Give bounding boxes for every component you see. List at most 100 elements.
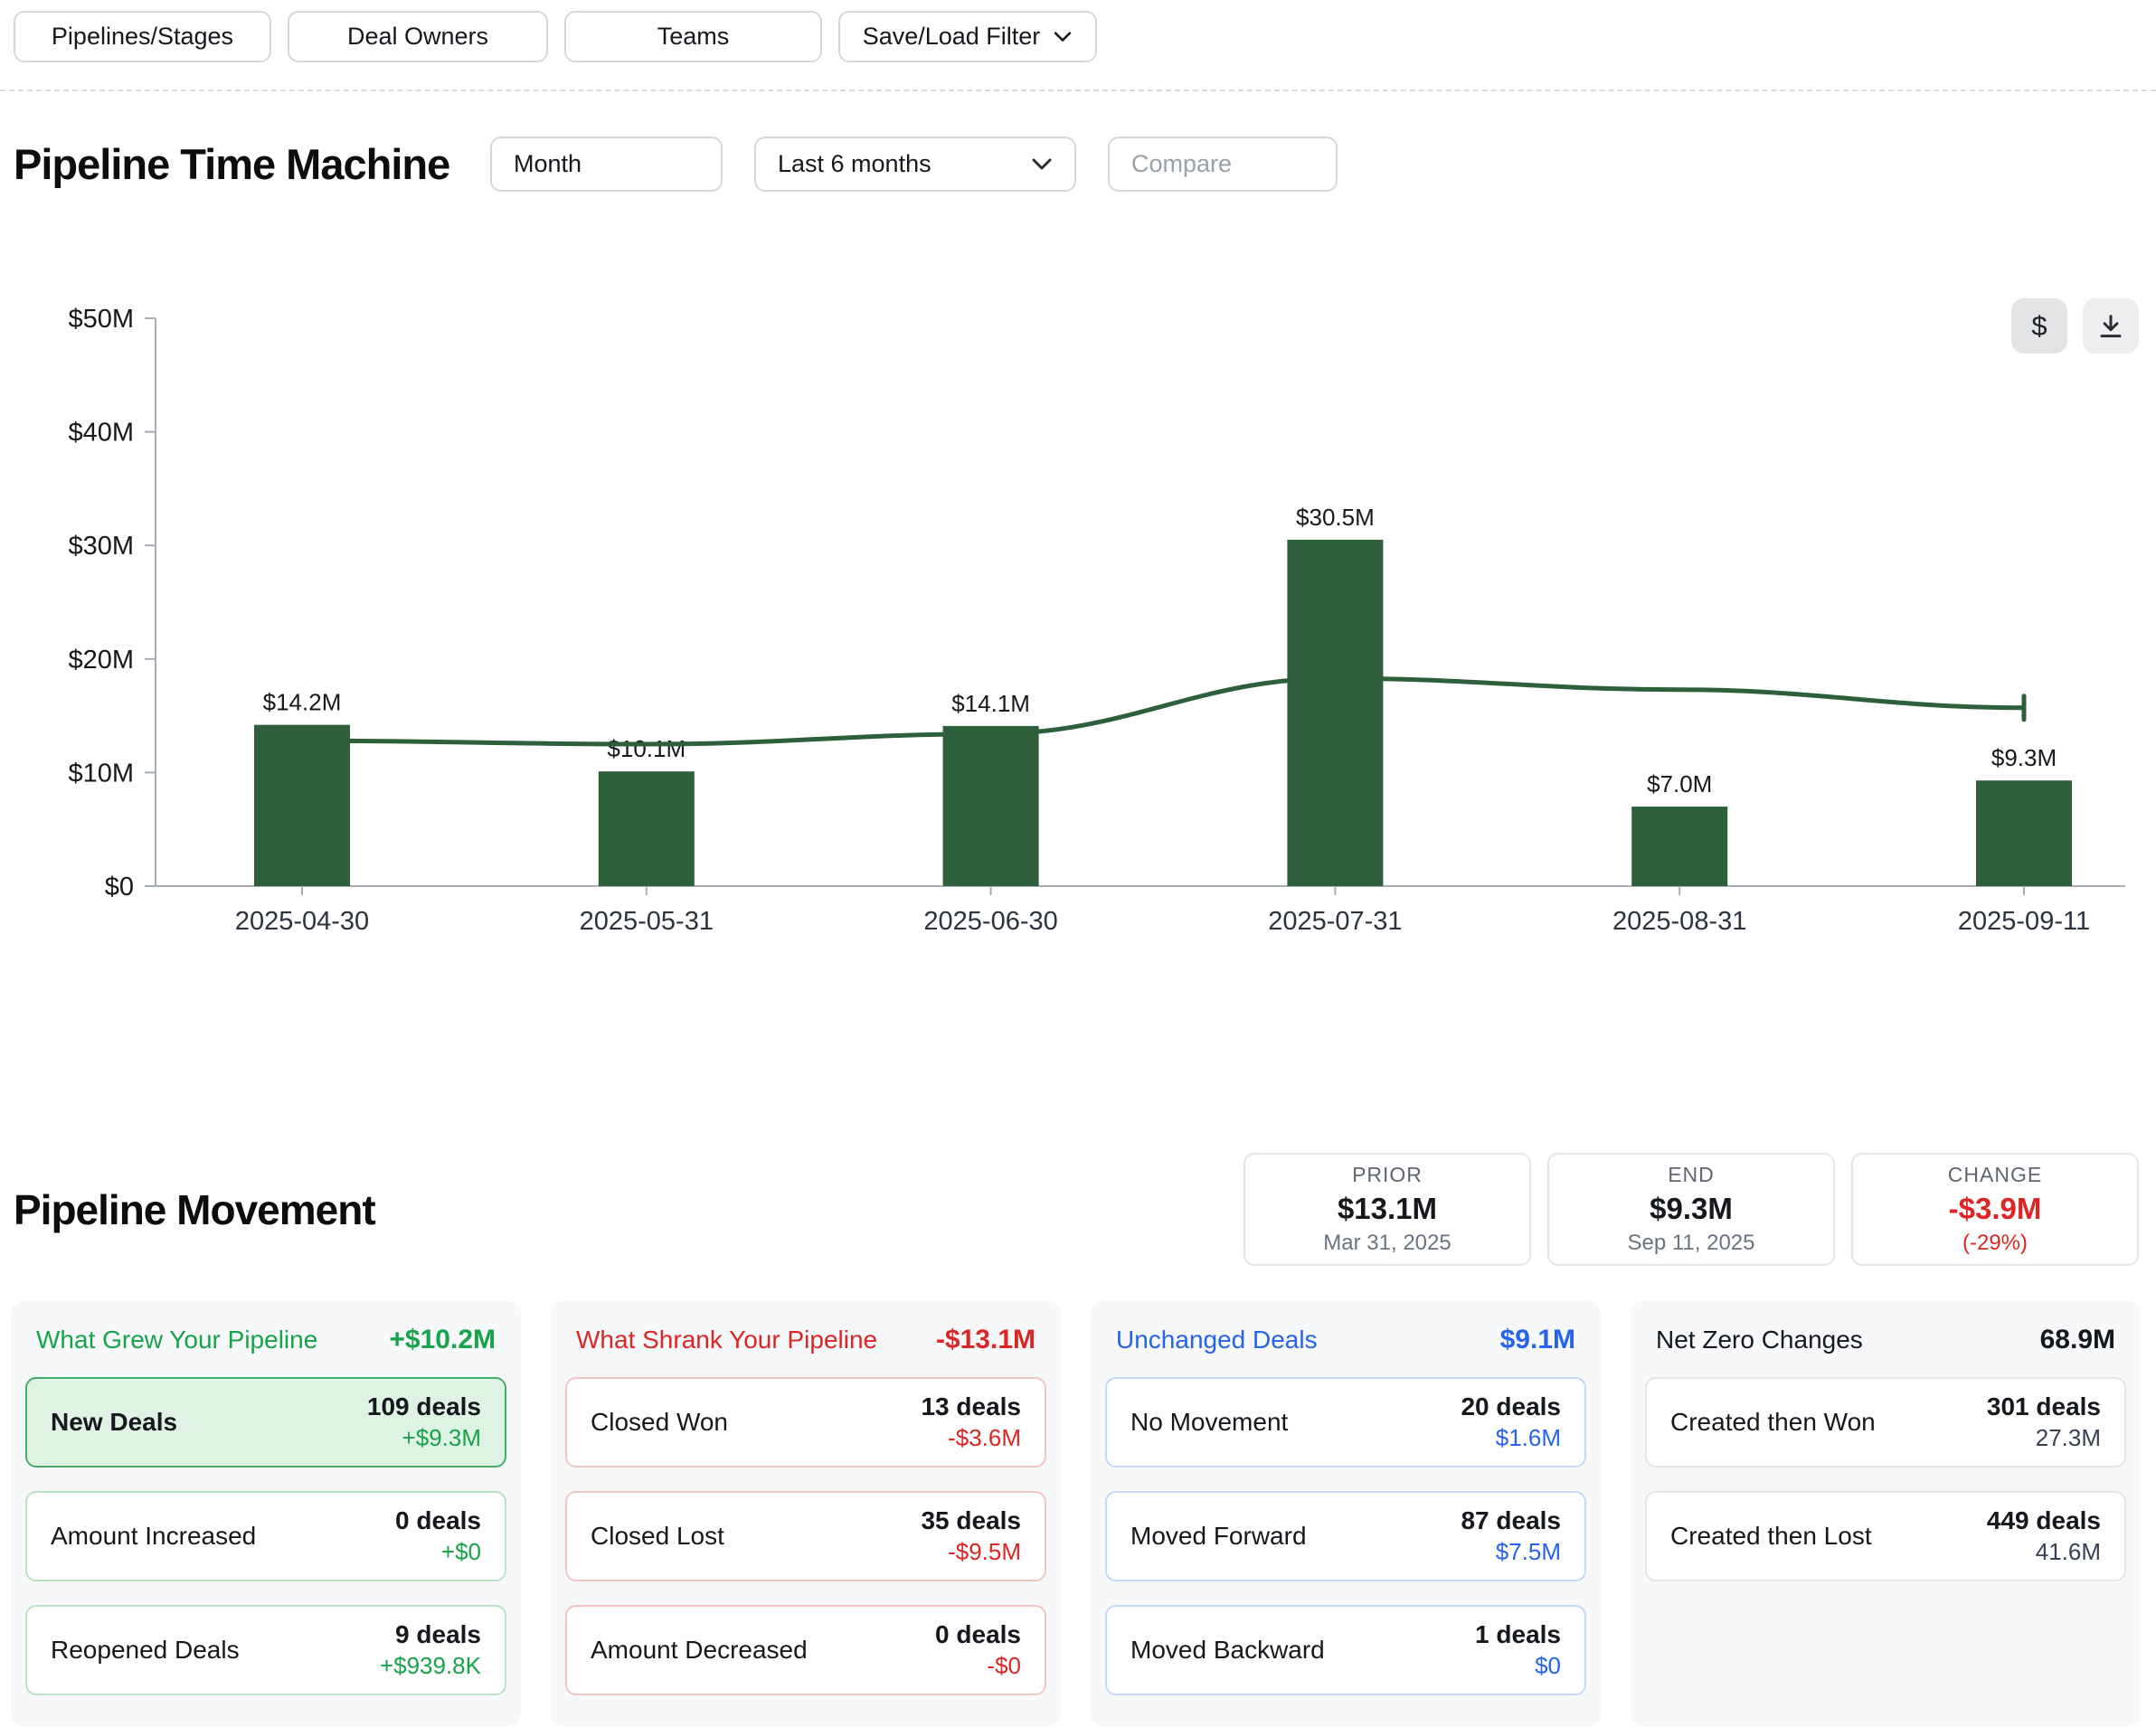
x-axis-label: 2025-09-11 [1958,907,2090,936]
section-title: Pipeline Movement [14,1185,375,1234]
movement-column-neutral: Net Zero Changes68.9MCreated then Won301… [1631,1301,2141,1726]
card-deal-count: 87 deals [1461,1506,1561,1535]
card-amount: $1.6M [1496,1424,1561,1452]
card-amount: -$0 [987,1652,1021,1680]
movement-card-created-then-lost[interactable]: Created then Lost 449 deals41.6M [1645,1491,2126,1581]
card-deal-count: 109 deals [367,1392,481,1421]
summary-subtext: Sep 11, 2025 [1627,1231,1754,1256]
card-values: 449 deals41.6M [1987,1506,2101,1566]
dashed-divider [0,90,2156,91]
movement-column-green: What Grew Your Pipeline+$10.2MNew Deals1… [11,1301,521,1726]
bar-2025-09-11[interactable] [1976,780,2072,886]
column-title: Net Zero Changes [1656,1326,1863,1354]
page-header: Pipeline Time Machine Last 6 months [14,137,2156,192]
pipeline-movement-header: Pipeline Movement PRIOR $13.1M Mar 31, 2… [14,1153,2156,1266]
deal-owners-button[interactable]: Deal Owners [288,11,548,62]
granularity-input[interactable] [490,137,723,192]
card-amount: +$9.3M [402,1424,481,1452]
movement-card-amount-decreased[interactable]: Amount Decreased 0 deals -$0 [565,1605,1046,1695]
chart-toolbar: $ [2011,298,2139,354]
card-amount: $7.5M [1496,1538,1561,1566]
movement-card-closed-won[interactable]: Closed Won 13 deals-$3.6M [565,1377,1046,1467]
card-values: 0 deals +$0 [395,1506,481,1566]
card-values: 109 deals +$9.3M [367,1392,481,1452]
column-header: What Grew Your Pipeline+$10.2M [25,1317,506,1377]
movement-column-blue: Unchanged Deals$9.1MNo Movement20 deals$… [1091,1301,1601,1726]
teams-button[interactable]: Teams [564,11,822,62]
card-amount: +$0 [441,1538,481,1566]
chart-canvas: $0$10M$20M$30M$40M$50M$14.2M2025-04-30$1… [0,262,2156,977]
card-deal-count: 0 deals [935,1620,1021,1649]
card-deal-count: 449 deals [1987,1506,2101,1535]
summary-label: PRIOR [1352,1163,1423,1187]
card-deal-count: 20 deals [1461,1392,1561,1421]
summary-card-end: END $9.3M Sep 11, 2025 [1547,1153,1835,1266]
summary-label: END [1668,1163,1715,1187]
movement-column-red: What Shrank Your Pipeline -$13.1M Closed W… [551,1301,1061,1726]
summary-value: $13.1M [1338,1192,1437,1226]
y-axis-label: $0 [105,873,134,901]
y-axis-label: $50M [68,305,134,334]
movement-card-new-deals[interactable]: New Deals109 deals+$9.3M [25,1377,506,1467]
card-values: 0 deals -$0 [935,1620,1021,1680]
y-axis-label: $10M [68,759,134,788]
movement-card-amount-increased[interactable]: Amount Increased 0 deals +$0 [25,1491,506,1581]
currency-toggle-button[interactable]: $ [2011,298,2067,354]
card-label: Amount Decreased [591,1636,808,1665]
card-label: Closed Lost [591,1522,724,1551]
y-axis-label: $40M [68,419,134,448]
summary-value: -$3.9M [1949,1192,2042,1226]
card-values: 1 deals$0 [1475,1620,1561,1680]
x-axis-label: 2025-08-31 [1612,907,1746,936]
card-values: 20 deals $1.6M [1461,1392,1561,1452]
pipelines-stages-button[interactable]: Pipelines/Stages [14,11,271,62]
column-header: Unchanged Deals$9.1M [1105,1317,1586,1377]
column-title: What Shrank Your Pipeline [576,1326,877,1354]
card-deal-count: 13 deals [921,1392,1021,1421]
column-title: What Grew Your Pipeline [36,1326,317,1354]
card-label: Moved Backward [1130,1636,1325,1665]
save-load-filter-button[interactable]: Save/Load Filter [838,11,1097,62]
movement-card-moved-forward[interactable]: Moved Forward87 deals$7.5M [1105,1491,1586,1581]
chevron-down-icon [1053,31,1073,43]
card-amount: 27.3M [2036,1424,2101,1452]
card-label: Closed Won [591,1408,728,1437]
movement-card-no-movement[interactable]: No Movement20 deals$1.6M [1105,1377,1586,1467]
bar-2025-04-30[interactable] [254,725,350,886]
card-values: 13 deals-$3.6M [921,1392,1021,1452]
date-range-select[interactable]: Last 6 months [754,137,1076,192]
card-values: 301 deals27.3M [1987,1392,2101,1452]
card-deal-count: 0 deals [395,1506,481,1535]
card-amount: $0 [1535,1652,1561,1680]
movement-columns: What Grew Your Pipeline+$10.2MNew Deals1… [11,1301,2141,1726]
summary-subtext: (-29%) [1962,1231,2028,1256]
bar-2025-05-31[interactable] [599,771,695,886]
bar-value-label: $10.1M [607,735,686,762]
movement-card-created-then-won[interactable]: Created then Won301 deals27.3M [1645,1377,2126,1467]
card-amount: +$939.8K [380,1652,481,1680]
compare-input[interactable] [1108,137,1338,192]
bar-2025-06-30[interactable] [943,726,1039,886]
bar-value-label: $7.0M [1647,770,1712,797]
y-axis-label: $30M [68,532,134,561]
movement-card-moved-backward[interactable]: Moved Backward 1 deals$0 [1105,1605,1586,1695]
bar-2025-07-31[interactable] [1287,540,1383,886]
column-header: What Shrank Your Pipeline -$13.1M [565,1317,1046,1377]
column-header: Net Zero Changes68.9M [1645,1317,2126,1377]
bar-value-label: $9.3M [1991,744,2057,771]
bar-value-label: $14.2M [263,689,342,716]
column-title: Unchanged Deals [1116,1326,1318,1354]
movement-card-closed-lost[interactable]: Closed Lost35 deals-$9.5M [565,1491,1046,1581]
summary-card-prior: PRIOR $13.1M Mar 31, 2025 [1243,1153,1531,1266]
download-button[interactable] [2083,298,2139,354]
card-label: Amount Increased [51,1522,256,1551]
movement-card-reopened-deals[interactable]: Reopened Deals9 deals+$939.8K [25,1605,506,1695]
page-title: Pipeline Time Machine [14,139,459,189]
card-deal-count: 35 deals [921,1506,1021,1535]
card-label: Created then Lost [1670,1522,1872,1551]
bar-2025-08-31[interactable] [1631,807,1727,886]
x-axis-label: 2025-04-30 [235,907,369,936]
column-total: -$13.1M [936,1325,1035,1355]
x-axis-label: 2025-05-31 [580,907,714,936]
card-label: Reopened Deals [51,1636,240,1665]
